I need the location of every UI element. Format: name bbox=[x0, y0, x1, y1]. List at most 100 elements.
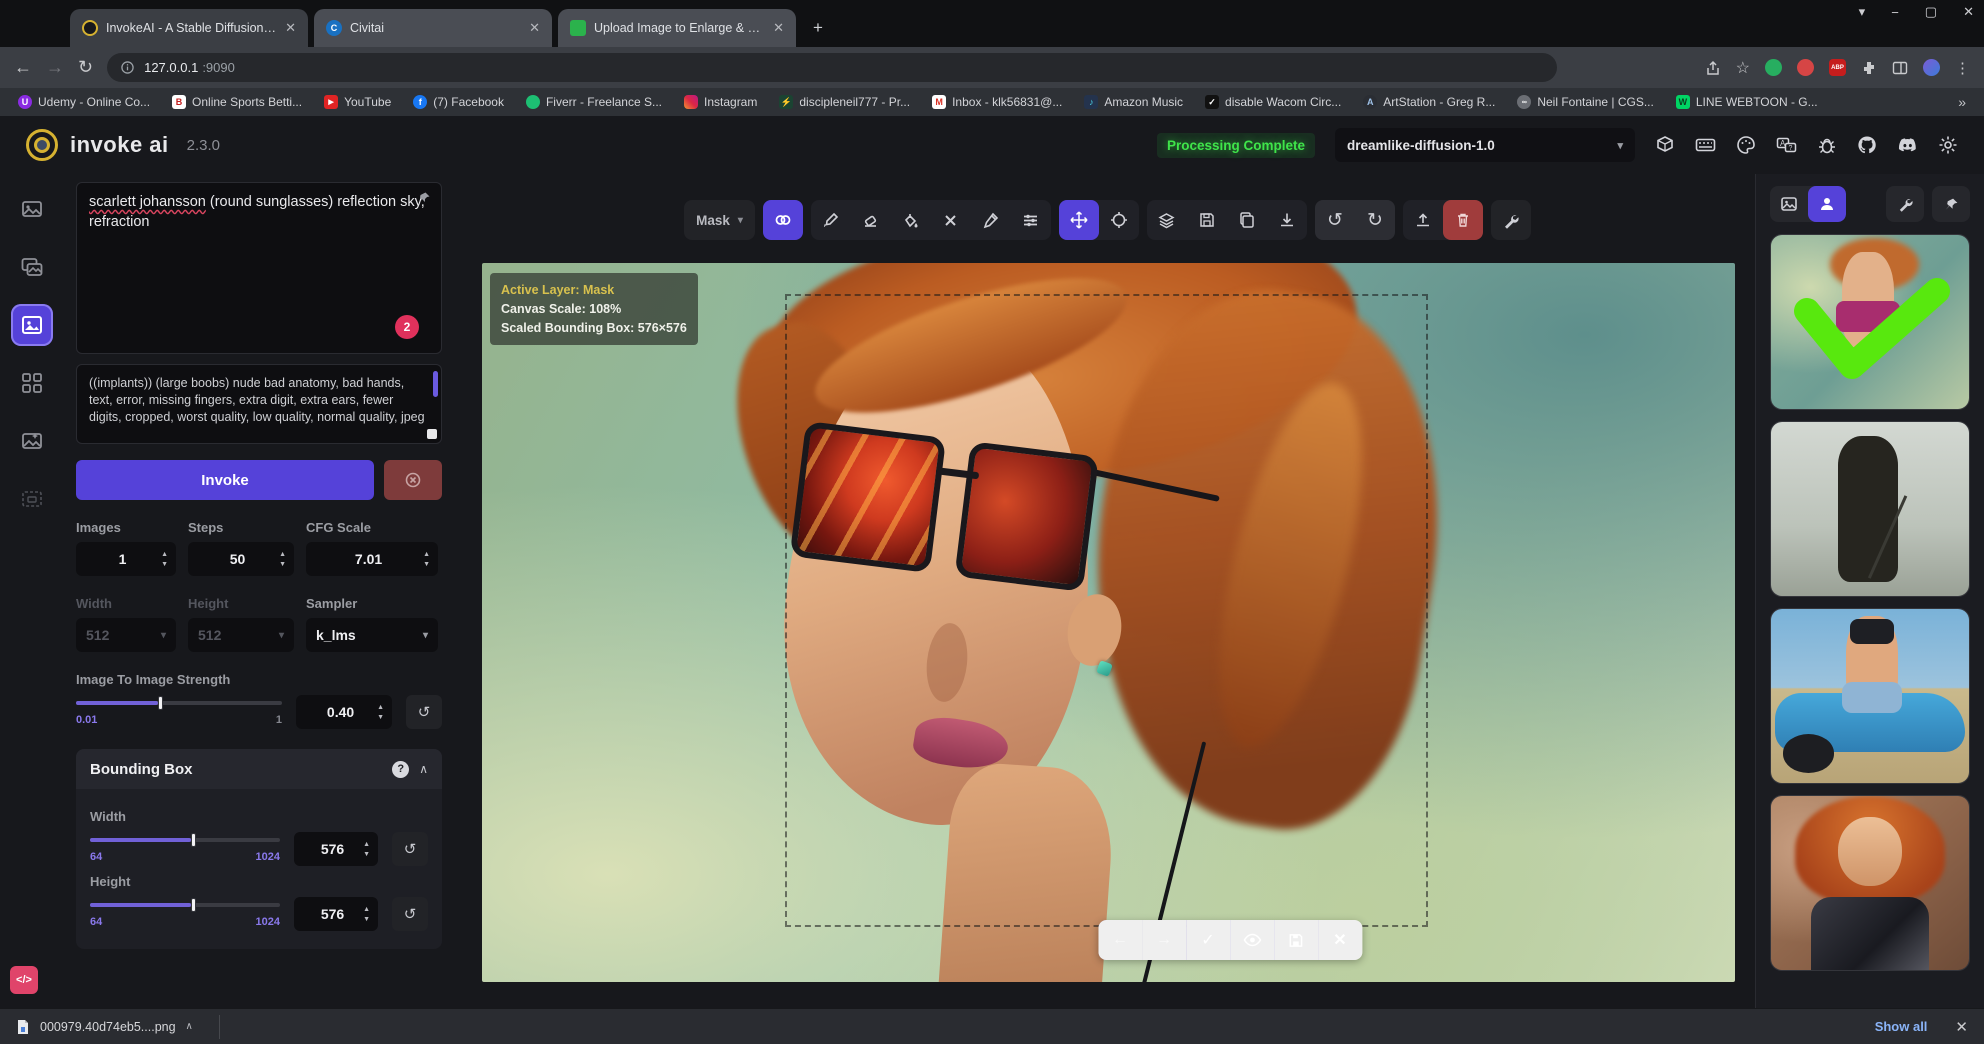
forward-button[interactable]: → bbox=[46, 57, 64, 78]
model-select[interactable]: dreamlike-diffusion-1.0 ▾ bbox=[1335, 128, 1635, 162]
bookmark-item[interactable]: UUdemy - Online Co... bbox=[18, 95, 150, 109]
bookmark-item[interactable]: ⚡discipleneil777 - Pr... bbox=[779, 95, 910, 109]
collapse-icon[interactable]: ∧ bbox=[419, 762, 428, 776]
tab-close-icon[interactable]: ✕ bbox=[529, 20, 540, 36]
browser-menu-icon[interactable]: ⋮ bbox=[1955, 59, 1970, 77]
stepper[interactable]: ▲▼ bbox=[423, 551, 430, 568]
stepper[interactable]: ▲▼ bbox=[161, 551, 168, 568]
bounding-box-header[interactable]: Bounding Box ? ∧ bbox=[76, 749, 442, 789]
maximize-button[interactable]: ▢ bbox=[1925, 4, 1937, 20]
bookmark-item[interactable]: ♪Amazon Music bbox=[1084, 95, 1183, 109]
show-all-downloads-link[interactable]: Show all bbox=[1875, 1019, 1928, 1034]
fill-bounding-box-button[interactable] bbox=[891, 200, 931, 240]
resize-handle[interactable] bbox=[427, 429, 437, 439]
eraser-tool-button[interactable] bbox=[851, 200, 891, 240]
canvas-settings-button[interactable] bbox=[1491, 200, 1531, 240]
back-button[interactable]: ← bbox=[14, 57, 32, 78]
previous-image-button[interactable]: ← bbox=[1098, 920, 1142, 960]
address-bar[interactable]: 127.0.0.1:9090 bbox=[107, 53, 1557, 82]
stepper[interactable]: ▲▼ bbox=[363, 841, 370, 858]
adblock-extension-icon[interactable]: ABP bbox=[1829, 59, 1846, 76]
bookmark-item[interactable]: WLINE WEBTOON - G... bbox=[1676, 95, 1818, 109]
gallery-user-button[interactable] bbox=[1808, 186, 1846, 222]
bbox-height-reset-button[interactable]: ↺ bbox=[392, 897, 428, 931]
gallery-thumbnail[interactable] bbox=[1770, 421, 1970, 597]
mask-options-button[interactable] bbox=[763, 200, 803, 240]
extensions-puzzle-icon[interactable] bbox=[1861, 60, 1877, 76]
gallery-settings-button[interactable] bbox=[1886, 186, 1924, 222]
scrollbar-thumb[interactable] bbox=[433, 371, 438, 397]
gallery-thumbnail[interactable] bbox=[1770, 795, 1970, 971]
tab-post-processing[interactable] bbox=[11, 420, 53, 462]
model-manager-icon[interactable] bbox=[1655, 135, 1675, 155]
bbox-width-slider[interactable] bbox=[90, 832, 280, 848]
copy-to-clipboard-button[interactable] bbox=[1227, 200, 1267, 240]
bug-report-icon[interactable] bbox=[1817, 135, 1837, 155]
bookmark-item[interactable]: ∞Neil Fontaine | CGS... bbox=[1517, 95, 1654, 109]
extension-icon[interactable] bbox=[1765, 59, 1782, 76]
tab-civitai[interactable]: C Civitai ✕ bbox=[314, 9, 552, 47]
discord-icon[interactable] bbox=[1897, 135, 1918, 155]
language-icon[interactable]: A? bbox=[1776, 135, 1797, 155]
settings-gear-icon[interactable] bbox=[1938, 135, 1958, 155]
gallery-thumbnail[interactable] bbox=[1770, 608, 1970, 784]
bookmark-item[interactable]: Fiverr - Freelance S... bbox=[526, 95, 662, 109]
save-staging-button[interactable] bbox=[1274, 920, 1318, 960]
erase-bounding-box-button[interactable] bbox=[931, 200, 971, 240]
tab-nodes[interactable] bbox=[11, 362, 53, 404]
brush-options-button[interactable] bbox=[1011, 200, 1051, 240]
height-select[interactable]: 512 ▾ bbox=[188, 618, 294, 652]
tab-invokeai[interactable]: InvokeAI - A Stable Diffusion Too ✕ bbox=[70, 9, 308, 47]
console-toggle-button[interactable]: </> bbox=[10, 966, 38, 994]
download-item[interactable]: 000979.40d74eb5....png ∧ bbox=[16, 1019, 193, 1035]
toggle-visibility-button[interactable] bbox=[1230, 920, 1274, 960]
width-select[interactable]: 512 ▾ bbox=[76, 618, 176, 652]
tab-close-icon[interactable]: ✕ bbox=[285, 20, 296, 36]
share-icon[interactable] bbox=[1705, 60, 1721, 76]
help-icon[interactable]: ? bbox=[392, 761, 409, 778]
download-image-button[interactable] bbox=[1267, 200, 1307, 240]
tab-close-icon[interactable]: ✕ bbox=[773, 20, 784, 36]
color-picker-button[interactable] bbox=[971, 200, 1011, 240]
gallery-images-button[interactable] bbox=[1770, 186, 1808, 222]
bookmark-item[interactable]: MInbox - klk56831@... bbox=[932, 95, 1062, 109]
negative-prompt-input[interactable]: ((implants)) (large boobs) nude bad anat… bbox=[76, 364, 442, 444]
profile-avatar[interactable] bbox=[1923, 59, 1940, 76]
accept-image-button[interactable]: ✓ bbox=[1186, 920, 1230, 960]
tab-unified-canvas[interactable] bbox=[11, 304, 53, 346]
bookmark-item[interactable]: AArtStation - Greg R... bbox=[1363, 95, 1495, 109]
bookmark-item[interactable]: ▶YouTube bbox=[324, 95, 391, 109]
close-download-bar-icon[interactable]: ✕ bbox=[1955, 1018, 1968, 1036]
move-tool-button[interactable] bbox=[1059, 200, 1099, 240]
download-menu-icon[interactable]: ∧ bbox=[186, 1021, 193, 1032]
github-icon[interactable] bbox=[1857, 135, 1877, 155]
gallery-thumbnail-selected[interactable] bbox=[1770, 234, 1970, 410]
bookmark-star-icon[interactable]: ☆ bbox=[1736, 58, 1750, 78]
prompt-input[interactable]: scarlett johansson (round sunglasses) re… bbox=[76, 182, 442, 354]
pin-icon[interactable] bbox=[417, 191, 431, 205]
extension-icon[interactable] bbox=[1797, 59, 1814, 76]
tab-image-to-image[interactable] bbox=[11, 246, 53, 288]
discard-image-button[interactable]: ✕ bbox=[1318, 920, 1362, 960]
next-image-button[interactable]: → bbox=[1142, 920, 1186, 960]
strength-slider[interactable] bbox=[76, 695, 282, 711]
bookmark-item[interactable]: f(7) Facebook bbox=[413, 95, 504, 109]
upload-image-button[interactable] bbox=[1403, 200, 1443, 240]
bookmark-item[interactable]: Instagram bbox=[684, 95, 757, 109]
steps-input[interactable]: 50 ▲▼ bbox=[188, 542, 294, 576]
tab-upload-image[interactable]: Upload Image to Enlarge & Enla ✕ bbox=[558, 9, 796, 47]
canvas-image[interactable]: Active Layer: Mask Canvas Scale: 108% Sc… bbox=[482, 263, 1735, 982]
tab-search-icon[interactable]: ▾ bbox=[1859, 4, 1866, 20]
stepper[interactable]: ▲▼ bbox=[279, 551, 286, 568]
stepper[interactable]: ▲▼ bbox=[377, 704, 384, 721]
bbox-height-input[interactable]: 576 ▲▼ bbox=[294, 897, 378, 931]
tab-training[interactable] bbox=[11, 478, 53, 520]
bounding-box-selection[interactable] bbox=[785, 294, 1428, 927]
invoke-button[interactable]: Invoke bbox=[76, 460, 374, 500]
redo-button[interactable]: ↻ bbox=[1355, 200, 1395, 240]
reset-view-button[interactable] bbox=[1099, 200, 1139, 240]
strength-reset-button[interactable]: ↺ bbox=[406, 695, 442, 729]
brush-tool-button[interactable] bbox=[811, 200, 851, 240]
bookmarks-overflow-icon[interactable]: » bbox=[1958, 94, 1966, 110]
layer-select[interactable]: Mask ▾ bbox=[684, 200, 755, 240]
